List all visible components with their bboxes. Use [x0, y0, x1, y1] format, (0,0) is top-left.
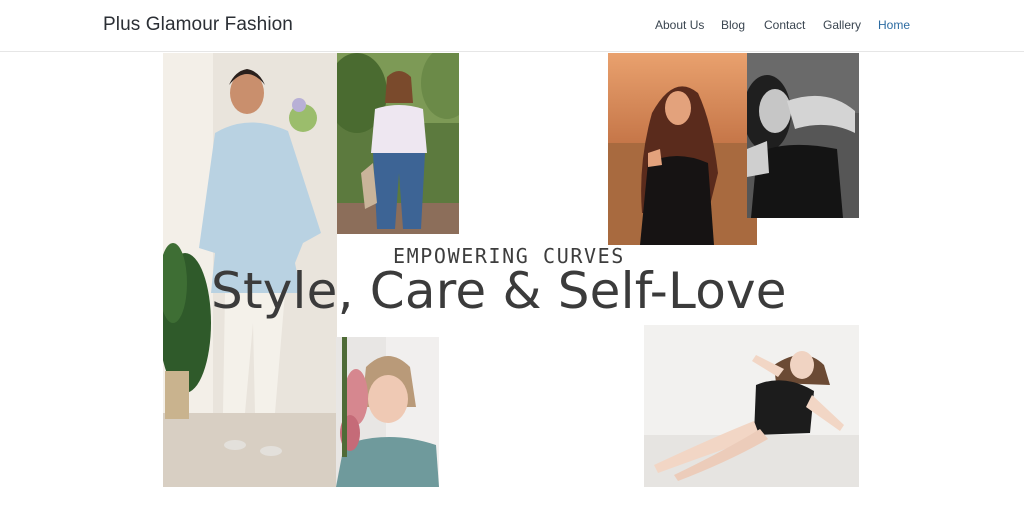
nav-blog[interactable]: Blog	[721, 18, 745, 32]
nav-gallery[interactable]: Gallery	[823, 18, 861, 32]
hero-headline: Style, Care & Self-Love	[211, 262, 787, 320]
nav-contact[interactable]: Contact	[764, 18, 805, 32]
woman-black-dress-sunset-field-photo	[608, 53, 757, 245]
woman-black-swimsuit-reclining-photo	[644, 325, 859, 487]
site-header: Plus Glamour Fashion About Us Blog Conta…	[0, 0, 1024, 52]
woman-with-pink-flowers-photo	[336, 337, 439, 487]
woman-black-white-portrait-photo	[747, 53, 859, 218]
nav-about-us[interactable]: About Us	[655, 18, 704, 32]
main-nav: About Us Blog Contact Gallery Home	[0, 18, 1024, 34]
nav-home[interactable]: Home	[878, 18, 910, 32]
woman-white-tee-jeans-outdoors-photo	[337, 53, 459, 234]
